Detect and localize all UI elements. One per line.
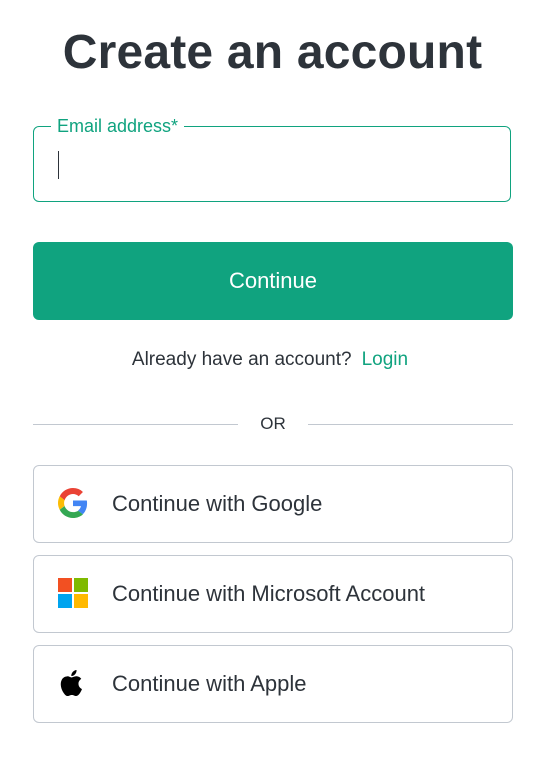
google-button-label: Continue with Google — [112, 491, 323, 516]
apple-button-label: Continue with Apple — [112, 671, 307, 696]
text-caret — [58, 151, 59, 179]
apple-icon — [60, 669, 82, 697]
email-field-label: Email address* — [51, 115, 185, 137]
continue-with-google-button[interactable]: Continue with Google — [33, 465, 513, 543]
email-input[interactable] — [56, 149, 486, 179]
continue-button[interactable]: Continue — [33, 242, 513, 320]
page-title: Create an account — [62, 26, 483, 79]
login-prompt: Already have an account? Login — [0, 348, 540, 372]
divider-line-right — [308, 424, 513, 425]
login-prompt-text: Already have an account? — [131, 349, 352, 370]
divider-line-left — [33, 424, 238, 425]
signup-page: Create an account Email address* Continu… — [0, 0, 560, 767]
microsoft-icon — [58, 578, 88, 608]
divider-text: OR — [260, 414, 286, 433]
google-icon — [58, 488, 88, 518]
email-field[interactable]: Email address* — [33, 115, 511, 202]
microsoft-button-label: Continue with Microsoft Account — [112, 581, 426, 606]
continue-with-microsoft-button[interactable]: Continue with Microsoft Account — [33, 555, 513, 633]
continue-with-apple-button[interactable]: Continue with Apple — [33, 645, 513, 723]
or-divider: OR — [33, 412, 513, 436]
login-link[interactable]: Login — [362, 349, 409, 370]
